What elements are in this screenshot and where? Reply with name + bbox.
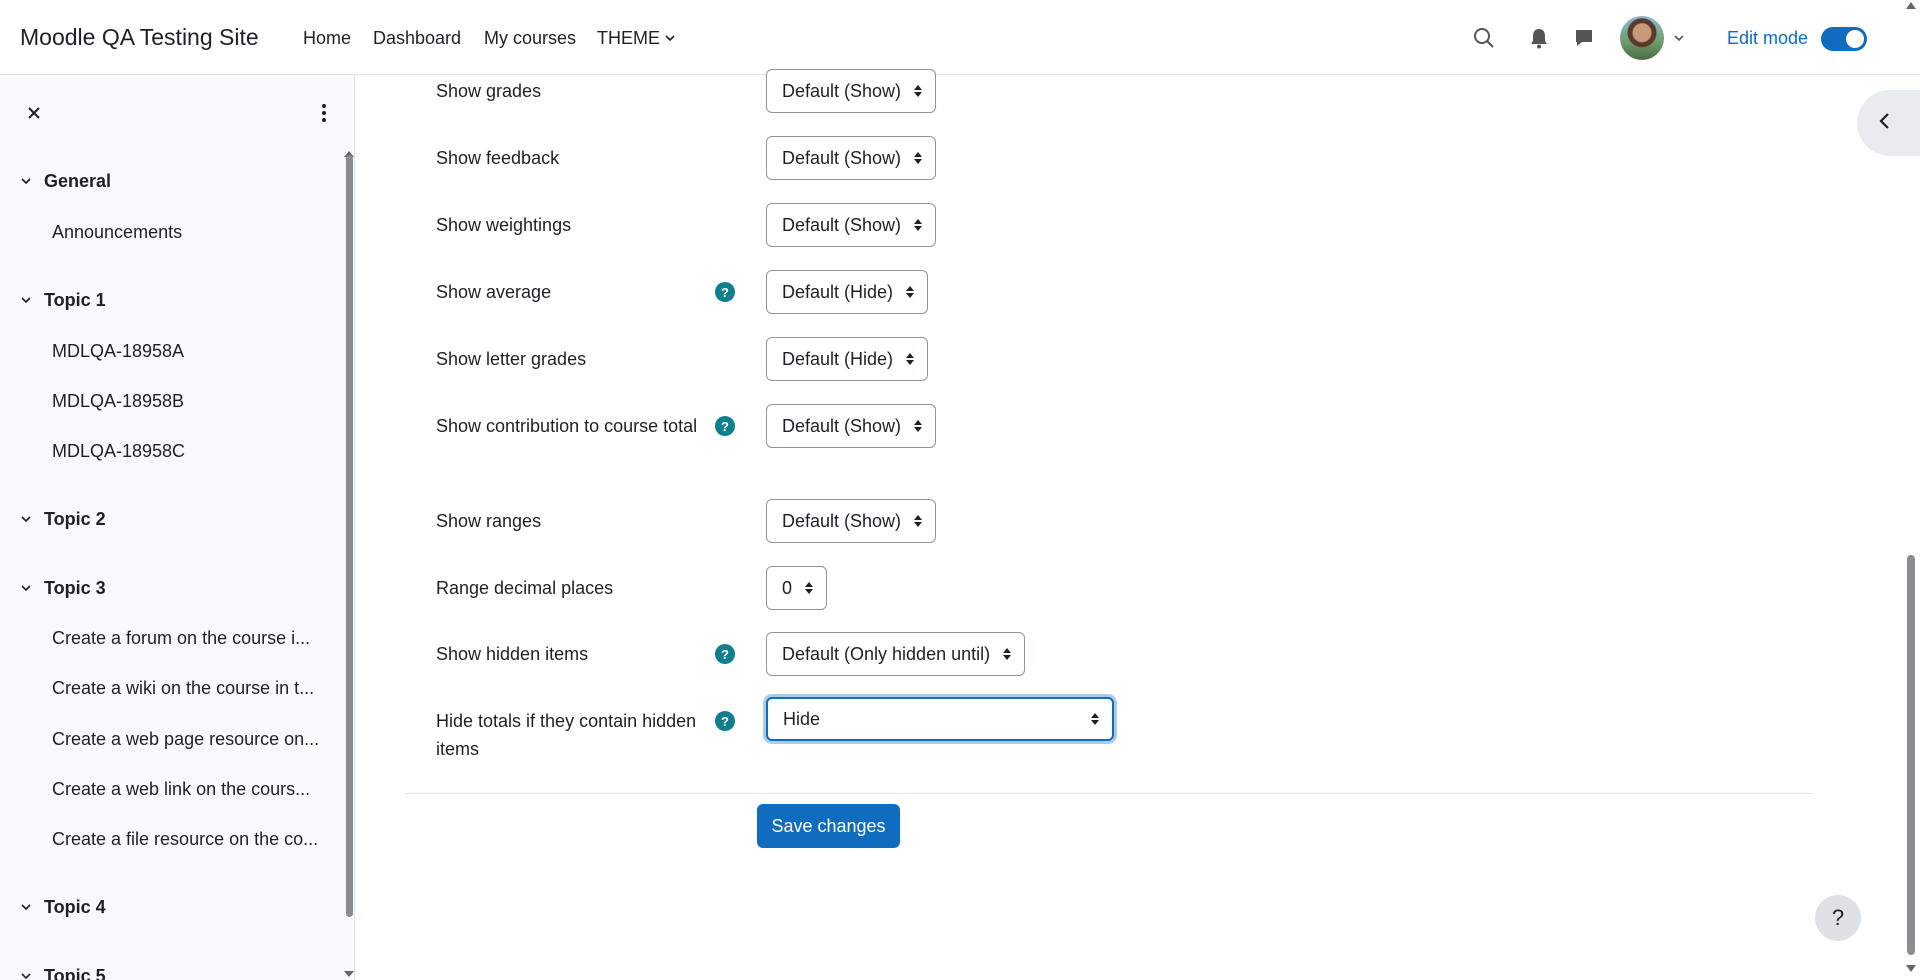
nav-theme-label: THEME [597, 28, 660, 48]
drawer-scrollbar[interactable] [346, 155, 353, 917]
help-icon[interactable]: ? [715, 644, 735, 664]
chevron-down-icon [20, 171, 32, 192]
more-options-icon[interactable] [310, 99, 338, 127]
field-label: Show weightings [436, 215, 572, 235]
chevron-down-icon [20, 509, 32, 530]
nav-home[interactable]: Home [303, 28, 351, 49]
section-topic-3[interactable]: Topic 3 [20, 578, 106, 599]
search-icon[interactable] [1470, 24, 1498, 52]
scroll-down-arrow-icon[interactable] [1906, 965, 1916, 972]
field-label: Show contribution to course total [436, 416, 698, 436]
open-block-drawer-button[interactable] [1857, 90, 1920, 156]
section-general[interactable]: General [20, 171, 111, 192]
select-value: Default (Show) [782, 510, 902, 531]
select-value: Default (Show) [782, 80, 902, 101]
field-label: Show letter grades [436, 349, 587, 369]
messages-icon[interactable] [1570, 24, 1598, 52]
sidebar-item-mdlqa-18958c[interactable]: MDLQA-18958C [52, 441, 327, 462]
course-index-drawer: General Announcements Topic 1 MDLQA-1895… [0, 75, 355, 980]
form-divider [405, 793, 1812, 794]
chevron-down-icon [20, 897, 32, 918]
top-navbar: Moodle QA Testing Site Home Dashboard My… [0, 0, 1920, 75]
save-changes-button[interactable]: Save changes [757, 804, 900, 848]
select-value: Default (Show) [782, 214, 902, 235]
sidebar-item-mdlqa-18958a[interactable]: MDLQA-18958A [52, 341, 327, 362]
edit-mode-label: Edit mode [1727, 28, 1809, 48]
chevron-left-icon [1877, 111, 1891, 136]
sidebar-item-file-resource[interactable]: Create a file resource on the co... [52, 829, 327, 850]
select-value: Default (Only hidden until) [782, 643, 991, 664]
show-contribution-select[interactable]: Default (Show) [766, 404, 937, 448]
bell-icon[interactable] [1525, 24, 1553, 52]
section-title: Topic 4 [44, 897, 106, 917]
help-icon[interactable]: ? [715, 711, 735, 731]
nav-dashboard[interactable]: Dashboard [373, 28, 461, 49]
select-arrows-icon [1003, 648, 1012, 660]
select-arrows-icon [914, 219, 923, 231]
select-arrows-icon [914, 515, 923, 527]
show-grades-select[interactable]: Default (Show) [766, 69, 937, 113]
show-feedback-select[interactable]: Default (Show) [766, 136, 937, 180]
close-icon[interactable] [20, 99, 48, 127]
show-letter-grades-select[interactable]: Default (Hide) [766, 337, 929, 381]
edit-mode-toggle[interactable] [1821, 27, 1867, 51]
sidebar-item-web-link[interactable]: Create a web link on the cours... [52, 779, 327, 800]
chevron-down-icon [20, 966, 32, 980]
show-hidden-items-select[interactable]: Default (Only hidden until) [766, 632, 1026, 676]
select-arrows-icon [914, 420, 923, 432]
select-value: Default (Hide) [782, 281, 894, 302]
show-ranges-select[interactable]: Default (Show) [766, 499, 937, 543]
field-label: Show ranges [436, 511, 542, 531]
section-topic-4[interactable]: Topic 4 [20, 897, 106, 918]
section-title: General [44, 171, 112, 191]
select-value: Default (Hide) [782, 348, 894, 369]
field-label: Show feedback [436, 148, 560, 168]
sidebar-item-wiki[interactable]: Create a wiki on the course in t... [52, 678, 327, 699]
sidebar-item-forum[interactable]: Create a forum on the course i... [52, 628, 327, 649]
site-name[interactable]: Moodle QA Testing Site [20, 24, 259, 51]
select-value: Hide [783, 708, 821, 729]
section-topic-1[interactable]: Topic 1 [20, 290, 106, 311]
sidebar-item-web-page[interactable]: Create a web page resource on... [52, 729, 327, 750]
sidebar-item-announcements[interactable]: Announcements [52, 222, 327, 243]
sidebar-item-mdlqa-18958b[interactable]: MDLQA-18958B [52, 391, 327, 412]
nav-theme-menu[interactable]: THEME [597, 28, 676, 49]
field-label: Range decimal places [436, 578, 614, 598]
field-label: Show grades [436, 81, 542, 101]
chevron-down-icon [664, 28, 676, 49]
nav-my-courses[interactable]: My courses [484, 28, 576, 49]
section-topic-5[interactable]: Topic 5 [20, 966, 106, 980]
field-label: Show hidden items [436, 644, 589, 664]
select-arrows-icon [906, 353, 915, 365]
select-arrows-icon [805, 582, 814, 594]
select-value: Default (Show) [782, 415, 902, 436]
help-icon[interactable]: ? [715, 282, 735, 302]
field-label: Hide totals if they contain hidden items [436, 711, 697, 759]
section-topic-2[interactable]: Topic 2 [20, 509, 106, 530]
chevron-down-icon [20, 578, 32, 599]
help-icon[interactable]: ? [715, 416, 735, 436]
chevron-down-icon[interactable] [1665, 24, 1693, 52]
chevron-down-icon [20, 290, 32, 311]
show-weightings-select[interactable]: Default (Show) [766, 203, 937, 247]
select-value: 0 [782, 577, 793, 598]
select-arrows-icon [906, 286, 915, 298]
avatar[interactable] [1620, 16, 1664, 60]
section-title: Topic 2 [44, 509, 106, 529]
section-title: Topic 3 [44, 578, 106, 598]
select-arrows-icon [1091, 713, 1099, 725]
section-title: Topic 1 [44, 290, 106, 310]
page-scrollbar[interactable] [1907, 555, 1915, 955]
scroll-up-arrow-icon[interactable] [1906, 2, 1916, 9]
select-value: Default (Show) [782, 147, 902, 168]
range-decimal-places-select[interactable]: 0 [766, 566, 828, 610]
help-fab-button[interactable]: ? [1815, 895, 1861, 941]
field-label: Show average [436, 282, 552, 302]
show-average-select[interactable]: Default (Hide) [766, 270, 929, 314]
section-title: Topic 5 [44, 966, 106, 980]
select-arrows-icon [914, 85, 923, 97]
scroll-down-arrow-icon[interactable] [344, 971, 354, 977]
select-arrows-icon [914, 152, 923, 164]
hide-totals-select[interactable]: Hide [766, 697, 1114, 741]
